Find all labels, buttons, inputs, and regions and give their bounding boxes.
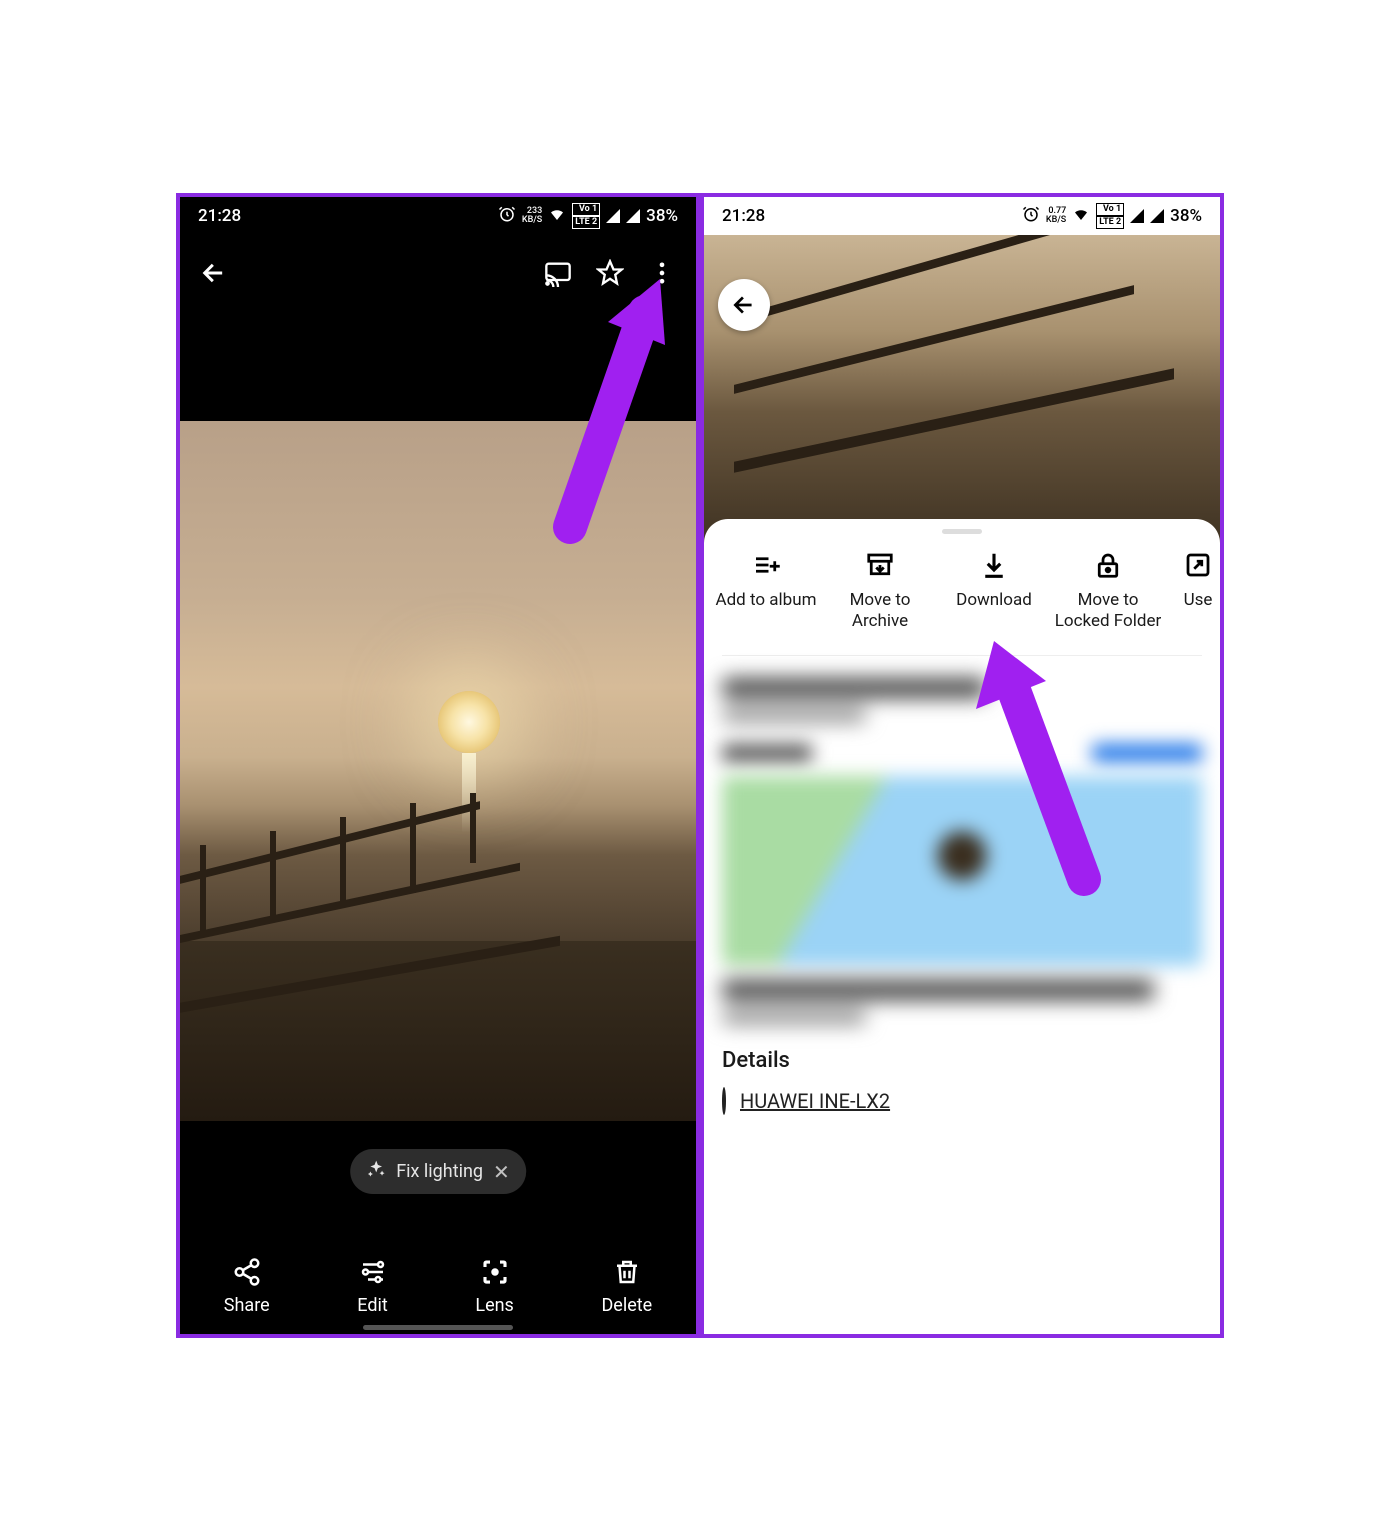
download-button[interactable]: Download [940, 550, 1048, 633]
fix-lighting-chip[interactable]: Fix lighting ✕ [350, 1149, 526, 1194]
divider [722, 655, 1202, 656]
share-button[interactable]: Share [224, 1257, 270, 1316]
signal-1-icon [606, 209, 620, 223]
favorite-star-icon[interactable] [596, 259, 624, 287]
signal-1-icon [1130, 209, 1144, 223]
drag-handle[interactable] [942, 529, 982, 534]
back-arrow-icon[interactable] [200, 259, 228, 287]
signal-2-icon [1150, 209, 1164, 223]
photo-viewer-appbar [180, 235, 696, 311]
status-battery: 38% [646, 206, 678, 226]
alarm-icon [498, 205, 516, 228]
status-battery: 38% [1170, 206, 1202, 226]
status-time: 21:28 [722, 206, 765, 226]
sheet-actions-row: Add to album Move to Archive Download Mo… [704, 540, 1220, 655]
overflow-menu-icon[interactable] [648, 259, 676, 287]
location-text-blurred [722, 980, 1202, 1024]
status-net-speed: 233KB/S [522, 207, 542, 225]
back-button[interactable] [718, 279, 770, 331]
photo-preview[interactable] [704, 235, 1220, 557]
use-as-button[interactable]: Use [1168, 550, 1220, 633]
status-bar: 21:28 233KB/S Vo 1 LTE 2 38% [180, 197, 696, 235]
move-to-archive-button[interactable]: Move to Archive [826, 550, 934, 633]
details-heading: Details [722, 1048, 1202, 1073]
delete-button[interactable]: Delete [601, 1257, 652, 1316]
move-to-locked-folder-button[interactable]: Move to Locked Folder [1054, 550, 1162, 633]
cast-icon[interactable] [544, 259, 572, 287]
lte-badge: Vo 1 LTE 2 [1096, 203, 1124, 229]
bottom-sheet: Add to album Move to Archive Download Mo… [704, 519, 1220, 1334]
date-caption-blurred [722, 678, 1202, 722]
lte-badge: Vo 1 LTE 2 [572, 203, 600, 229]
alarm-icon [1022, 205, 1040, 228]
status-time: 21:28 [198, 206, 241, 226]
close-icon[interactable]: ✕ [493, 1160, 510, 1184]
lens-button[interactable]: Lens [475, 1257, 513, 1316]
add-to-album-button[interactable]: Add to album [712, 550, 820, 633]
device-info-row[interactable]: HUAWEI INE-LX2 [722, 1089, 1202, 1113]
edit-button[interactable]: Edit [357, 1257, 387, 1316]
location-map-blurred[interactable] [722, 776, 1202, 966]
device-model: HUAWEI INE-LX2 [740, 1089, 890, 1113]
wifi-icon [548, 205, 566, 228]
home-indicator [363, 1325, 513, 1330]
screenshot-left: 21:28 233KB/S Vo 1 LTE 2 38% [176, 193, 700, 1338]
signal-2-icon [626, 209, 640, 223]
sparkle-icon [366, 1159, 386, 1184]
wifi-icon [1072, 205, 1090, 228]
aperture-icon [722, 1089, 726, 1113]
location-header-blurred [722, 744, 1202, 762]
status-bar: 21:28 0.77KB/S Vo 1 LTE 2 38% [704, 197, 1220, 235]
screenshot-right: 21:28 0.77KB/S Vo 1 LTE 2 38% [700, 193, 1224, 1338]
photo-bottom-actions: Share Edit Lens Delete [180, 1257, 696, 1316]
chip-label: Fix lighting [396, 1161, 483, 1182]
photo-content[interactable] [180, 421, 696, 1121]
status-net-speed: 0.77KB/S [1046, 207, 1066, 225]
